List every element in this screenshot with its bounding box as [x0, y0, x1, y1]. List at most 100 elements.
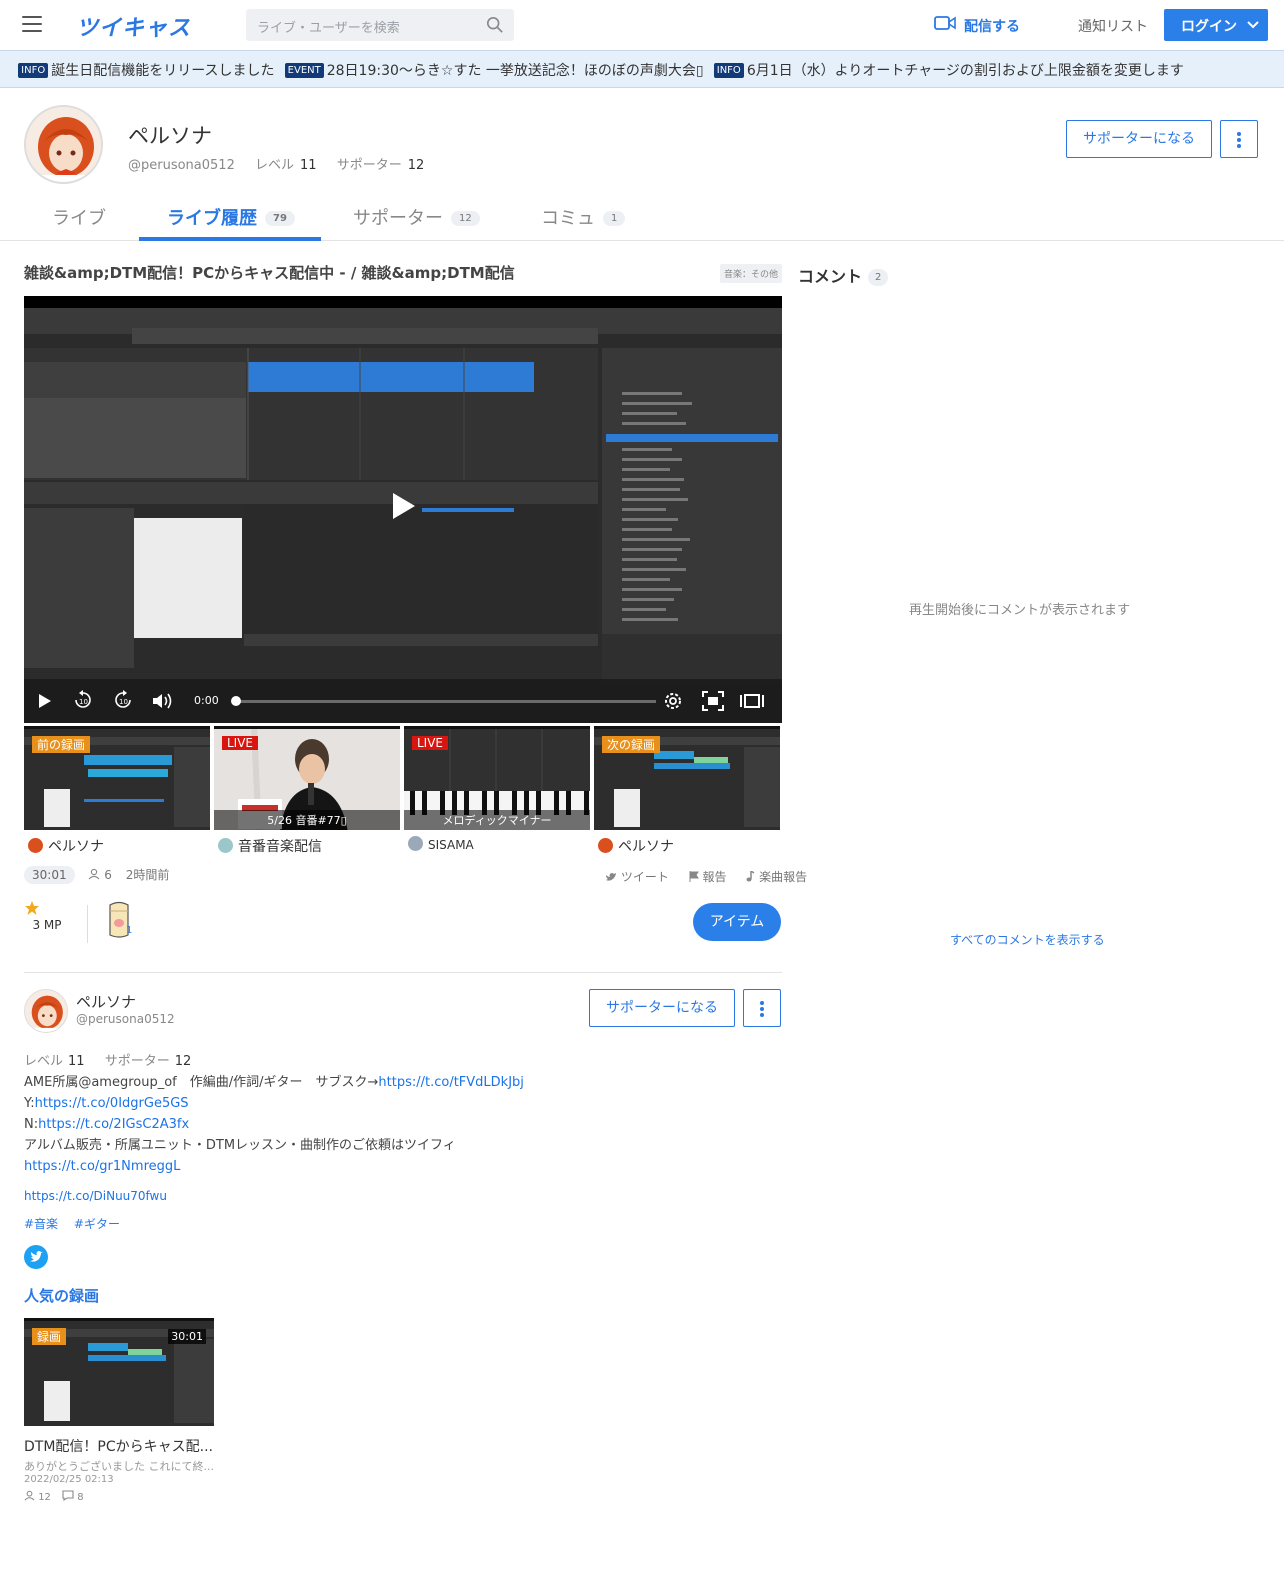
- bio-link[interactable]: https://t.co/0IdgrGe5GS: [35, 1096, 189, 1111]
- more-options-button[interactable]: [743, 989, 781, 1027]
- become-supporter-button[interactable]: サポーターになる: [1066, 120, 1212, 158]
- comments-heading: コメント 2: [798, 263, 889, 287]
- volume-icon[interactable]: [152, 692, 174, 710]
- play-icon[interactable]: [391, 491, 417, 521]
- live-tag: LIVE: [222, 736, 259, 750]
- tab-label: サポーター: [353, 208, 443, 229]
- related-owner[interactable]: ペルソナ: [28, 836, 104, 856]
- mp-value: 3 MP: [32, 918, 62, 932]
- search-input[interactable]: ライブ・ユーザーを検索: [257, 17, 400, 36]
- play-icon[interactable]: [38, 693, 52, 709]
- tweet-link[interactable]: ツイート: [605, 870, 677, 884]
- item-button[interactable]: アイテム: [693, 903, 781, 941]
- comments-title: コメント: [798, 267, 863, 286]
- tab-label: ライブ: [52, 208, 106, 229]
- search-box[interactable]: ライブ・ユーザーを検索: [246, 9, 514, 41]
- announcement-item[interactable]: INFO 6月1日（水）よりオートチャージの割引および上限金額を変更します: [713, 60, 1184, 80]
- tab-community[interactable]: コミュ 1: [541, 204, 626, 230]
- gear-icon[interactable]: [662, 690, 684, 712]
- avatar: [408, 836, 423, 851]
- search-icon[interactable]: [486, 16, 504, 34]
- level-value: 11: [68, 1054, 85, 1069]
- song-report-label: 楽曲報告: [759, 870, 808, 884]
- twitter-profile-link[interactable]: [24, 1245, 48, 1269]
- popular-recording-title[interactable]: DTM配信！PCからキャス配...: [24, 1436, 213, 1456]
- hashtags: #音楽 #ギター: [24, 1215, 132, 1232]
- profile-meta: @perusona0512 レベル 11 サポーター 12: [128, 154, 440, 173]
- related-owner[interactable]: ペルソナ: [598, 836, 674, 856]
- theater-mode-icon[interactable]: [740, 694, 764, 708]
- announcement-item[interactable]: EVENT 28日19:30〜らき☆すた 一挙放送記念！ほのぼの声劇大会▯: [284, 60, 704, 80]
- more-options-button[interactable]: [1220, 120, 1258, 158]
- avatar-illustration: [25, 990, 67, 1032]
- site-logo[interactable]: ツイキャス: [76, 10, 191, 42]
- hashtag-link[interactable]: #ギター: [74, 1217, 120, 1231]
- seek-bar[interactable]: [236, 700, 656, 703]
- avatar[interactable]: [24, 989, 68, 1033]
- become-supporter-button[interactable]: サポーターになる: [589, 989, 735, 1027]
- site-header: ツイキャス ライブ・ユーザーを検索 配信する 通知リスト ログイン: [0, 0, 1284, 50]
- tab-label: コミュ: [541, 208, 595, 229]
- viewer-count: 6: [104, 868, 112, 882]
- event-badge: EVENT: [284, 63, 324, 78]
- bio-link[interactable]: https://t.co/DiNuu70fwu: [24, 1189, 167, 1203]
- hashtag-link[interactable]: #音楽: [24, 1217, 58, 1231]
- menu-icon[interactable]: [22, 16, 42, 32]
- announcement-item[interactable]: INFO 誕生日配信機能をリリースしました: [18, 60, 275, 80]
- next-recording-thumbnail[interactable]: 次の録画: [594, 726, 780, 830]
- prev-recording-thumbnail[interactable]: 前の録画: [24, 726, 210, 830]
- thumbnail-caption: メロディックマイナー: [404, 810, 590, 830]
- broadcast-label: 配信する: [964, 19, 1020, 35]
- twitter-icon: [606, 873, 616, 881]
- info-badge: INFO: [713, 63, 744, 78]
- seek-handle[interactable]: [231, 696, 241, 706]
- popular-recording-thumbnail[interactable]: 録画 30:01: [24, 1318, 214, 1426]
- tab-supporters[interactable]: サポーター 12: [353, 204, 480, 230]
- notify-list-link[interactable]: 通知リスト: [1078, 16, 1148, 36]
- announcement-text: 28日19:30〜らき☆すた 一挙放送記念！ほのぼの声劇大会▯: [326, 63, 704, 79]
- owner-name: 音番音楽配信: [238, 839, 322, 855]
- stream-title: 雑談&amp;DTM配信！PCからキャス配信中 - / 雑談&amp;DTM配信: [24, 264, 515, 282]
- related-owner[interactable]: SISAMA: [408, 836, 474, 852]
- tab-live-history[interactable]: ライブ履歴 79: [167, 204, 295, 230]
- broadcast-button[interactable]: 配信する: [934, 16, 1020, 36]
- related-owner[interactable]: 音番音楽配信: [218, 836, 322, 856]
- tab-live[interactable]: ライブ: [52, 204, 106, 230]
- bio-text: N:: [24, 1117, 39, 1132]
- show-all-comments-link[interactable]: すべてのコメントを表示する: [950, 931, 1105, 948]
- report-link[interactable]: 報告: [689, 870, 735, 884]
- tab-count: 79: [265, 211, 295, 226]
- supporter-count: 12: [407, 158, 425, 173]
- profile-bio: AME所属@amegroup_of 作編曲/作詞/ギター サブスク→https:…: [24, 1072, 524, 1207]
- live-thumbnail[interactable]: LIVE メロディックマイナー: [404, 726, 590, 830]
- gift-item[interactable]: 1: [104, 901, 134, 943]
- card-name[interactable]: ペルソナ: [76, 991, 136, 1012]
- bio-text: Y:: [24, 1096, 35, 1111]
- login-button[interactable]: ログイン: [1164, 9, 1268, 41]
- live-thumbnail[interactable]: LIVE 5/26 音番#77▯: [214, 726, 400, 830]
- bio-text: AME所属@amegroup_of 作編曲/作詞/ギター サブスク→: [24, 1075, 379, 1090]
- active-tab-indicator: [139, 237, 321, 241]
- forward-10-icon[interactable]: 10: [113, 690, 133, 710]
- song-report-link[interactable]: 楽曲報告: [746, 870, 815, 884]
- comments-count: 2: [868, 269, 889, 286]
- divider: [87, 905, 88, 943]
- card-id: @perusona0512: [76, 1012, 175, 1026]
- owner-name: ペルソナ: [618, 839, 674, 855]
- svg-text:10: 10: [79, 698, 88, 706]
- bio-link[interactable]: https://t.co/tFVdLDkJbj: [378, 1075, 524, 1090]
- star-icon: [25, 901, 39, 915]
- avatar: [598, 838, 613, 853]
- genre-tag[interactable]: 音楽：その他: [720, 264, 783, 283]
- twitter-icon: [30, 1251, 43, 1262]
- bio-link[interactable]: https://t.co/2IGsC2A3fx: [38, 1117, 189, 1132]
- fullscreen-icon[interactable]: [702, 691, 724, 711]
- tab-label: ライブ履歴: [167, 208, 257, 229]
- avatar[interactable]: [24, 105, 103, 184]
- bio-link[interactable]: https://t.co/gr1NmreggL: [24, 1159, 180, 1174]
- duration-badge: 30:01: [168, 1329, 206, 1344]
- comments-empty-message: 再生開始後にコメントが表示されます: [909, 603, 1131, 618]
- rewind-10-icon[interactable]: 10: [73, 690, 93, 710]
- video-player[interactable]: 10 10 0:00: [24, 296, 782, 723]
- announcement-text: 誕生日配信機能をリリースしました: [51, 63, 275, 79]
